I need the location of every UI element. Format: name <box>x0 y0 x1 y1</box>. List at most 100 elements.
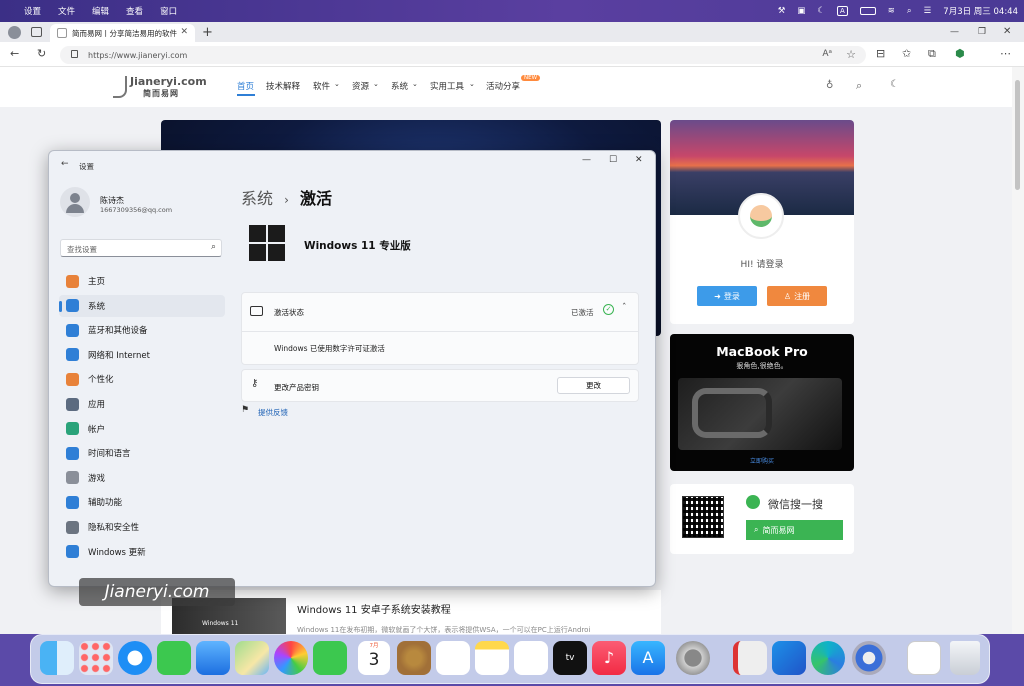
lightbulb-icon[interactable]: ♁ <box>826 80 833 91</box>
split-screen-icon[interactable]: ⊟ <box>876 48 885 59</box>
scrollbar-thumb[interactable] <box>1015 80 1020 190</box>
clock[interactable]: 7月3日 周三 04:44 <box>943 5 1018 17</box>
favorites-icon[interactable]: ✩ <box>902 48 911 59</box>
read-aloud-icon[interactable]: Aᵃ <box>822 49 832 59</box>
sidebar-item-update[interactable]: Windows 更新 <box>59 541 225 563</box>
windows-logo-icon <box>249 225 285 261</box>
menu-window[interactable]: 窗口 <box>160 5 177 17</box>
nav-tools[interactable]: 实用工具 <box>430 80 464 92</box>
login-button[interactable]: ➜ 登录 <box>697 286 757 306</box>
music-icon[interactable]: ♪ <box>592 641 626 675</box>
macbook-buy-link[interactable]: 立即购买 <box>670 456 854 465</box>
app-store-icon[interactable]: A <box>631 641 665 675</box>
new-tab-button[interactable]: + <box>202 25 213 40</box>
wechat-search-button[interactable]: ⌕ 简而易网 <box>746 520 843 540</box>
feedback-link[interactable]: 提供反馈 <box>258 407 288 418</box>
tab-actions-icon[interactable] <box>31 27 42 37</box>
finder-icon[interactable] <box>40 641 74 675</box>
search-icon[interactable]: ⌕ <box>907 6 912 16</box>
chevron-up-icon[interactable]: ˆ <box>622 303 627 313</box>
maximize-icon[interactable]: ☐ <box>609 155 617 165</box>
notes-wood-icon[interactable] <box>397 641 431 675</box>
edge-icon[interactable] <box>811 641 845 675</box>
reminders-icon[interactable] <box>436 641 470 675</box>
profile-avatar[interactable] <box>8 26 21 39</box>
nav-resources[interactable]: 资源 <box>352 80 369 92</box>
calendar-icon[interactable]: 7月 3 <box>358 641 390 675</box>
trash-icon[interactable] <box>950 641 980 675</box>
nav-tech[interactable]: 技术解释 <box>266 80 300 92</box>
site-logo[interactable]: Jianeryi.com 简而易网 <box>113 74 207 100</box>
launchpad-icon[interactable] <box>79 641 113 675</box>
preview-icon[interactable] <box>907 641 941 675</box>
sidebar-item-apps[interactable]: 应用 <box>59 393 225 415</box>
settings-search-input[interactable]: 查找设置 ⌕ <box>60 239 222 257</box>
back-icon[interactable]: ← <box>10 48 19 59</box>
register-button[interactable]: ♙ 注册 <box>767 286 827 306</box>
sidebar-item-time-language[interactable]: 时间和语言 <box>59 442 225 464</box>
wechat-search-label: 简而易网 <box>762 525 795 535</box>
moon-icon[interactable]: ☾ <box>817 6 825 16</box>
user-avatar[interactable] <box>60 187 90 217</box>
sidebar-item-shield[interactable]: 隐私和安全性 <box>59 516 225 538</box>
input-source-icon[interactable]: A <box>836 6 848 16</box>
sidebar-item-home[interactable]: 主页 <box>59 270 225 292</box>
restore-icon[interactable]: ❐ <box>978 27 986 37</box>
close-icon[interactable]: ✕ <box>635 155 643 165</box>
extension-icon[interactable]: ⬢ <box>955 48 965 59</box>
messages-icon[interactable] <box>157 641 191 675</box>
safari-icon[interactable] <box>118 641 152 675</box>
more-icon[interactable]: ⋯ <box>1000 48 1011 59</box>
activation-panel[interactable]: 激活状态 已激活 ✓ ˆ Windows 已使用数字许可证激活 <box>241 292 639 365</box>
freeform-icon[interactable] <box>514 641 548 675</box>
nav-activities[interactable]: 活动分享 <box>486 80 520 92</box>
apple-tv-icon[interactable]: tv <box>553 641 587 675</box>
nav-system[interactable]: 系统 <box>391 80 408 92</box>
windows-app-icon[interactable] <box>772 641 806 675</box>
search-icon[interactable]: ⌕ <box>856 79 862 93</box>
notes-icon[interactable] <box>475 641 509 675</box>
tab-close-icon[interactable]: ✕ <box>180 27 188 37</box>
sidebar-item-bluetooth[interactable]: 蓝牙和其他设备 <box>59 319 225 341</box>
menu-view[interactable]: 查看 <box>126 5 143 17</box>
change-key-button[interactable]: 更改 <box>557 377 630 394</box>
address-bar[interactable]: https://www.jianeryi.com Aᵃ ☆ <box>60 46 866 64</box>
minimize-icon[interactable]: — <box>950 27 959 37</box>
tools-icon[interactable]: ⚒ <box>778 6 786 16</box>
sidebar-item-gaming[interactable]: 游戏 <box>59 467 225 489</box>
dark-mode-icon[interactable]: ☾ <box>890 79 899 90</box>
close-window-icon[interactable]: ✕ <box>1003 26 1011 37</box>
parallels-icon[interactable] <box>733 641 767 675</box>
control-center-icon[interactable]: ☰ <box>924 6 932 16</box>
sidebar-item-accessibility[interactable]: 辅助功能 <box>59 491 225 513</box>
back-icon[interactable]: ← <box>61 159 69 169</box>
minimize-icon[interactable]: — <box>582 155 591 165</box>
menu-edit[interactable]: 编辑 <box>92 5 109 17</box>
battery-icon[interactable] <box>859 7 876 15</box>
sidebar-item-network[interactable]: 网络和 Internet <box>59 344 225 366</box>
sidebar-item-brush[interactable]: 个性化 <box>59 368 225 390</box>
browser-tab[interactable]: 简而易网丨分享简洁易用的软件 ✕ <box>50 24 195 42</box>
sidebar-item-account[interactable]: 帐户 <box>59 418 225 440</box>
wechat-icon <box>746 495 760 509</box>
macbook-ad[interactable]: MacBook Pro 狠角色,很绝色。 立即购买 <box>670 334 854 471</box>
sidebar-item-system[interactable]: 系统 <box>59 294 225 317</box>
maps-icon[interactable] <box>235 641 269 675</box>
favorite-star-icon[interactable]: ☆ <box>846 48 856 61</box>
menu-settings[interactable]: 设置 <box>24 5 41 17</box>
system-settings-icon[interactable] <box>676 641 710 675</box>
wechat-card: 微信搜一搜 ⌕ 简而易网 <box>670 484 854 554</box>
wifi-icon[interactable]: ≋ <box>888 6 895 16</box>
collections-icon[interactable]: ⧉ <box>928 48 936 59</box>
menu-file[interactable]: 文件 <box>58 5 75 17</box>
screen-icon[interactable]: ▣ <box>797 6 805 16</box>
breadcrumb-parent[interactable]: 系统 <box>241 189 273 208</box>
nav-home[interactable]: 首页 <box>237 80 254 92</box>
mail-icon[interactable] <box>196 641 230 675</box>
photos-icon[interactable] <box>274 641 308 675</box>
settings-gear-icon[interactable] <box>852 641 886 675</box>
facetime-icon[interactable] <box>313 641 347 675</box>
nav-software[interactable]: 软件 <box>313 80 330 92</box>
article-title[interactable]: Windows 11 安卓子系统安装教程 <box>297 601 451 616</box>
refresh-icon[interactable]: ↻ <box>37 48 46 59</box>
